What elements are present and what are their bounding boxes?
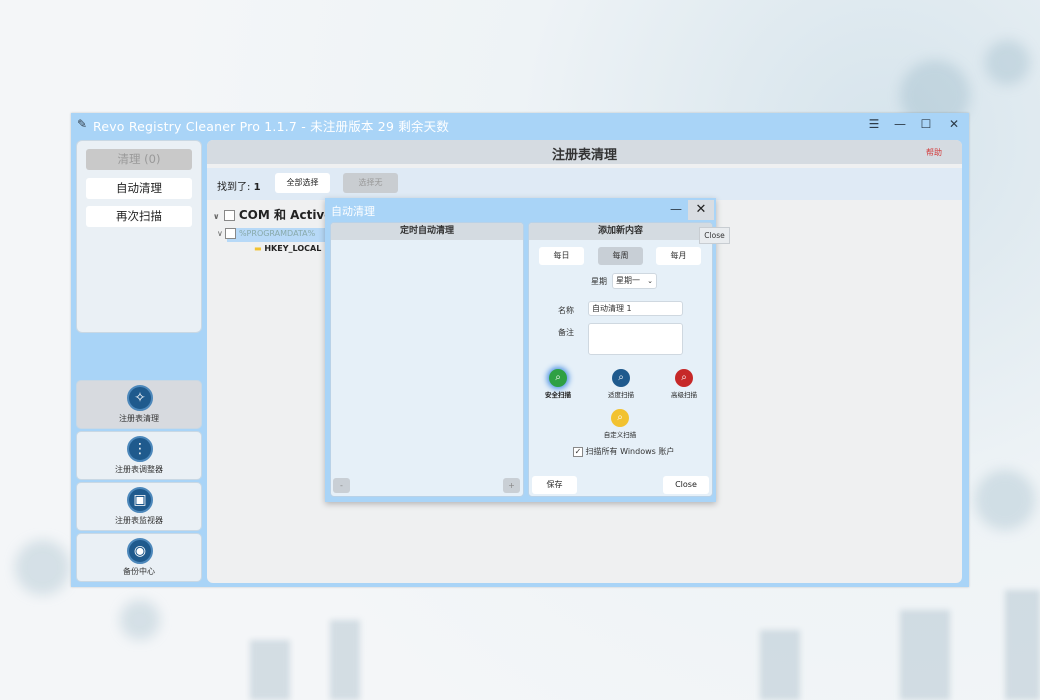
chevron-down-icon: ⌄ (647, 277, 653, 285)
close-button[interactable]: ✕ (943, 115, 965, 133)
minimize-button[interactable]: — (889, 115, 911, 133)
tree-group-row[interactable]: ∨ COM 和 ActiveX (213, 206, 342, 223)
select-all-button[interactable]: 全部选择 (275, 173, 330, 193)
tree-item-label: %PROGRAMDATA% (238, 229, 316, 238)
title-bar[interactable]: ✎ Revo Registry Cleaner Pro 1.1.7 - 未注册版… (71, 113, 969, 135)
advanced-scan-icon: ⌕ (675, 369, 693, 387)
results-toolbar: 找到了: 1 全部选择 选择无 (207, 168, 962, 200)
safe-scan-icon: ⌕ (549, 369, 567, 387)
sidebar-item-registry-monitor[interactable]: ▣ 注册表监视器 (76, 482, 202, 531)
dialog-close-button[interactable]: ✕ (688, 200, 714, 220)
sidebar-item-registry-cleaner[interactable]: ✧ 注册表清理 (76, 380, 202, 429)
tree-key-row[interactable]: ▬ HKEY_LOCAL (254, 244, 321, 253)
hamburger-icon[interactable]: ☰ (863, 115, 885, 133)
advanced-scan-option[interactable]: ⌕ 高级扫描 (654, 369, 712, 399)
close-dialog-button[interactable]: Close (663, 476, 709, 494)
sidebar-item-label: 备份中心 (123, 567, 155, 576)
freq-weekly-button[interactable]: 每周 (598, 247, 643, 265)
save-button[interactable]: 保存 (532, 476, 577, 494)
moderate-scan-option[interactable]: ⌕ 适度扫描 (591, 369, 651, 399)
select-none-button[interactable]: 选择无 (343, 173, 398, 193)
custom-scan-label: 自定义扫描 (603, 431, 637, 439)
sidebar-item-registry-tweaker[interactable]: ⋮ 注册表调整器 (76, 431, 202, 480)
freq-monthly-button[interactable]: 每月 (656, 247, 701, 265)
custom-scan-option[interactable]: ⌕ 自定义扫描 (590, 409, 650, 439)
window-title: Revo Registry Cleaner Pro 1.1.7 - 未注册版本 … (93, 119, 450, 134)
scan-all-accounts-label: 扫描所有 Windows 账户 (585, 447, 675, 456)
sidebar-item-backup-center[interactable]: ◉ 备份中心 (76, 533, 202, 582)
scan-all-accounts-checkbox[interactable]: ✓ (573, 446, 583, 457)
scheduled-panel-header: 定时自动清理 (331, 223, 523, 240)
freq-daily-button[interactable]: 每日 (539, 247, 584, 265)
moderate-scan-label: 适度扫描 (608, 391, 634, 399)
found-label: 找到了: 1 (217, 182, 261, 193)
rescan-button[interactable]: 再次扫描 (86, 206, 192, 227)
add-schedule-button[interactable]: + (503, 478, 520, 493)
name-label: 名称 (558, 306, 574, 315)
tree-key-label: HKEY_LOCAL (264, 244, 322, 253)
tree-item-row[interactable]: ∨ %PROGRAMDATA% (217, 228, 327, 242)
remove-schedule-button[interactable]: - (333, 478, 350, 493)
chevron-down-icon[interactable]: ∨ (217, 229, 223, 238)
page-title: 注册表清理 (551, 148, 617, 163)
scan-all-accounts-row[interactable]: ✓ 扫描所有 Windows 账户 (573, 446, 674, 457)
main-header: 注册表清理 帮助 (207, 140, 962, 164)
maximize-button[interactable]: ☐ (915, 115, 937, 133)
weekday-value: 星期一 (616, 276, 640, 285)
monitor-icon: ▣ (127, 487, 153, 513)
dialog-title: 自动清理 (331, 205, 375, 218)
item-checkbox[interactable] (225, 228, 237, 239)
note-label: 备注 (558, 328, 574, 337)
sliders-icon: ⋮ (127, 436, 153, 462)
clean-button[interactable]: 清理 (0) (86, 149, 192, 170)
moderate-scan-icon: ⌕ (612, 369, 630, 387)
sidebar-item-label: 注册表监视器 (115, 516, 163, 525)
add-new-panel-header: 添加新内容 (529, 223, 712, 240)
advanced-scan-label: 高级扫描 (671, 391, 697, 399)
sidebar-item-label: 注册表调整器 (115, 465, 163, 474)
backup-icon: ◉ (127, 538, 153, 564)
weekday-select[interactable]: 星期一 ⌄ (612, 273, 657, 289)
auto-clean-dialog: 自动清理 — ✕ 定时自动清理 - + 添加新内容 每日 每周 每月 星期 星期… (325, 198, 716, 502)
broom-icon: ✧ (127, 385, 153, 411)
sidebar-item-label: 注册表清理 (119, 414, 159, 423)
note-field[interactable] (588, 323, 683, 355)
scheduled-panel: 定时自动清理 - + (330, 222, 524, 497)
sidebar-actions: 清理 (0) 自动清理 再次扫描 (76, 140, 202, 333)
revo-logo-icon: ✎ (77, 117, 88, 131)
folder-icon: ▬ (254, 244, 262, 253)
help-link[interactable]: 帮助 (926, 147, 942, 158)
custom-scan-icon: ⌕ (611, 409, 629, 427)
weekday-label: 星期 (591, 277, 607, 286)
auto-clean-button[interactable]: 自动清理 (86, 178, 192, 199)
name-field[interactable]: 自动清理 1 (588, 301, 683, 316)
close-tooltip: Close (699, 227, 730, 244)
chevron-down-icon[interactable]: ∨ (213, 212, 220, 221)
safe-scan-option[interactable]: ⌕ 安全扫描 (529, 369, 588, 399)
safe-scan-label: 安全扫描 (545, 391, 571, 399)
add-new-panel: 添加新内容 每日 每周 每月 星期 星期一 ⌄ 名称 自动清理 1 备注 ⌕ 安… (528, 222, 713, 497)
group-checkbox[interactable] (223, 210, 235, 221)
dialog-minimize-button[interactable]: — (666, 200, 686, 218)
